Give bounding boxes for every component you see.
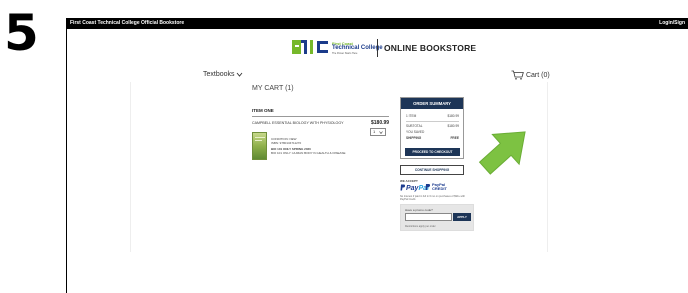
order-summary: ORDER SUMMARY 1 ITEM $180.99 SUBTOTAL $1…: [400, 97, 464, 159]
store-title: ONLINE BOOKSTORE: [384, 43, 477, 53]
chevron-down-icon: [379, 131, 383, 134]
logo-text-main: Technical College: [332, 45, 383, 51]
top-bar: First Coast Technical College Official B…: [66, 18, 688, 29]
subtotal-value: $180.99: [447, 124, 459, 128]
apply-button[interactable]: APPLY: [453, 213, 471, 221]
continue-shopping-button[interactable]: CONTINUE SHOPPING: [400, 165, 464, 175]
summary-row-items: 1 ITEM $180.99: [406, 114, 459, 118]
summary-row-shipping: SHIPPING FREE: [406, 136, 459, 140]
saved-label: YOU SAVED: [406, 130, 425, 134]
item-heading: ITEM ONE: [252, 108, 274, 113]
textbooks-menu[interactable]: Textbooks: [203, 71, 243, 78]
paypal-credit-logo: PayPal CREDIT: [425, 183, 447, 191]
summary-items-value: $180.99: [447, 114, 459, 118]
cart-link[interactable]: Cart (0): [511, 70, 550, 80]
summary-row-saved: YOU SAVED: [406, 130, 459, 134]
quantity-select[interactable]: 1: [370, 128, 386, 136]
paypal-credit-icon: [425, 184, 431, 190]
item-divider: [252, 116, 389, 117]
promo-label: Have a promo code?: [405, 208, 433, 212]
cart-label: Cart (0): [525, 71, 550, 79]
page: 5 First Coast Technical College Official…: [0, 0, 688, 293]
site-name: First Coast Technical College Official B…: [70, 20, 185, 26]
subtotal-label: SUBTOTAL: [406, 124, 423, 128]
textbooks-label: Textbooks: [203, 71, 235, 78]
order-summary-heading: ORDER SUMMARY: [401, 98, 463, 109]
chevron-down-icon: [237, 72, 243, 77]
summary-divider: [406, 121, 459, 122]
book-course-note: BIO 101 ONLY: HUMAN BODY IN HEALTH & DIS…: [271, 151, 346, 155]
book-isbn: ISBN: 9780134711270: [271, 141, 302, 145]
logo-divider: [377, 39, 378, 57]
my-cart-heading: MY CART (1): [252, 85, 294, 92]
promo-code-box: Have a promo code? APPLY Restrictions ap…: [400, 204, 474, 231]
summary-row-subtotal: SUBTOTAL $180.99: [406, 124, 459, 128]
book-price: $180.99: [371, 120, 390, 126]
shipping-value: FREE: [450, 136, 459, 140]
login-link[interactable]: Login/Sign: [659, 18, 685, 29]
book-cover-image[interactable]: [252, 132, 267, 160]
promo-note: Restrictions apply per order: [405, 225, 436, 228]
quantity-value: 1: [373, 129, 376, 134]
shipping-label: SHIPPING: [406, 136, 422, 140]
cart-icon: [511, 70, 524, 80]
we-accept-label: WE ACCEPT: [400, 179, 418, 183]
step-number: 5: [4, 4, 39, 62]
arrow-icon: [478, 131, 526, 175]
paypal-credit-note: No Interest if paid in full in 6 mo on p…: [400, 195, 465, 201]
college-logo-icon[interactable]: [290, 37, 332, 57]
credit-text: CREDIT: [432, 186, 447, 191]
logo-tagline: The Power Starts Here: [332, 52, 358, 55]
proceed-to-checkout-button[interactable]: PROCEED TO CHECKOUT: [405, 148, 460, 156]
book-title[interactable]: CAMPBELL ESSENTIAL BIOLOGY WITH PHYSIOLO…: [252, 121, 344, 125]
promo-code-input[interactable]: [405, 213, 452, 221]
summary-items-label: 1 ITEM: [406, 114, 417, 118]
